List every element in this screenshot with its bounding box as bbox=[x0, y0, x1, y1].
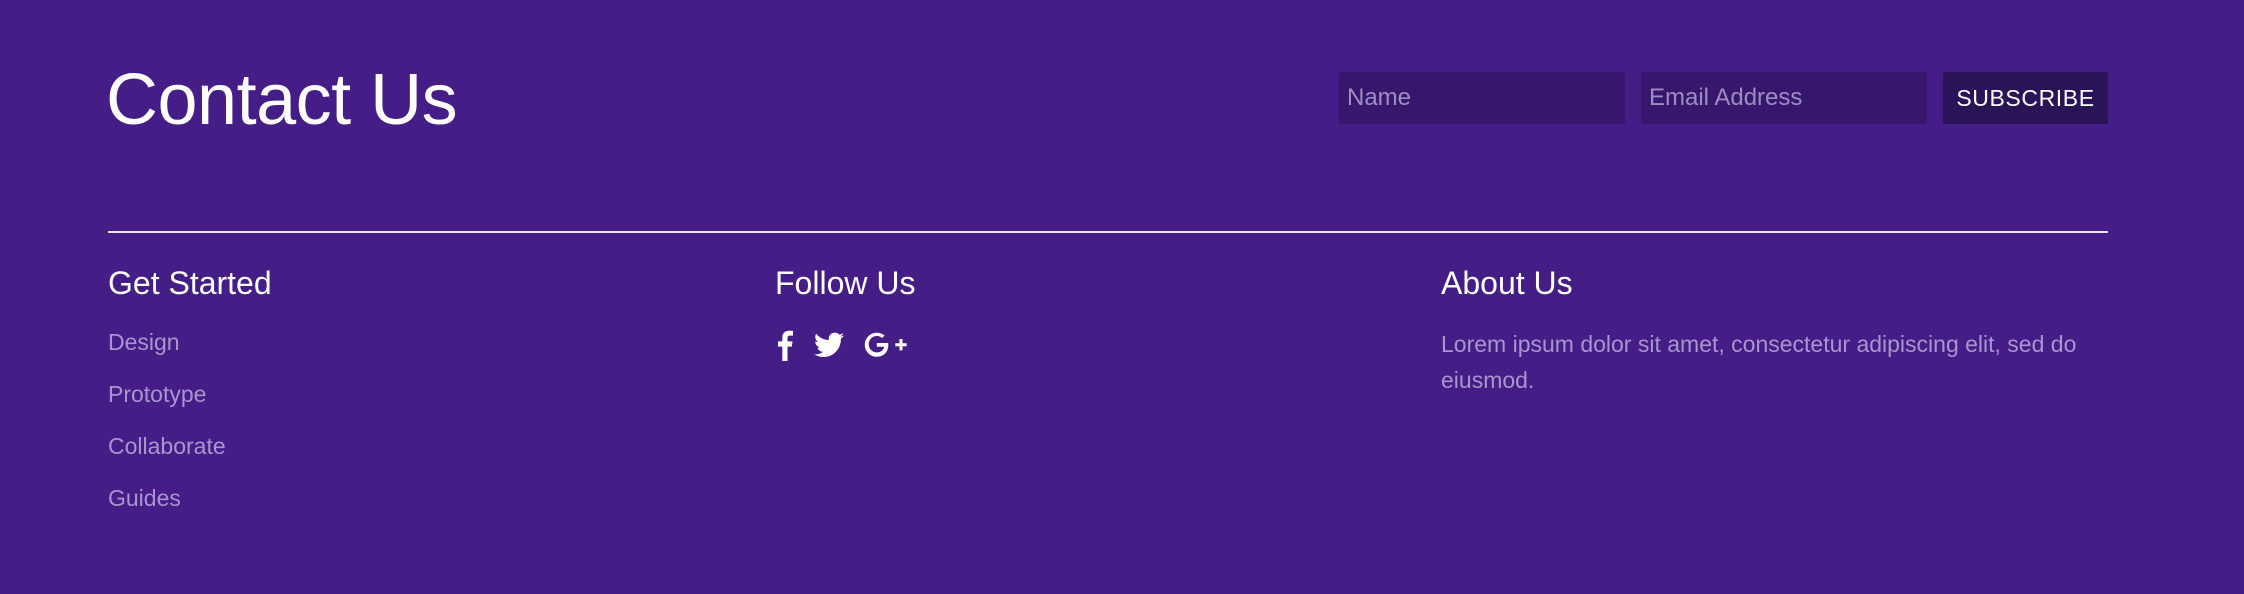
list-item: Prototype bbox=[108, 378, 272, 430]
link-prototype[interactable]: Prototype bbox=[108, 381, 206, 407]
link-guides[interactable]: Guides bbox=[108, 485, 181, 511]
follow-us-column: Follow Us bbox=[775, 262, 915, 362]
page-title: Contact Us bbox=[106, 60, 458, 140]
subscribe-button[interactable]: SUBSCRIBE bbox=[1943, 72, 2108, 124]
twitter-icon[interactable] bbox=[813, 332, 845, 358]
get-started-column: Get Started Design Prototype Collaborate… bbox=[108, 262, 272, 534]
contact-footer: Contact Us SUBSCRIBE Get Started Design … bbox=[0, 0, 2244, 594]
subscribe-form: SUBSCRIBE bbox=[1339, 72, 2108, 124]
email-input[interactable] bbox=[1641, 72, 1927, 124]
list-item: Design bbox=[108, 326, 272, 378]
link-design[interactable]: Design bbox=[108, 329, 180, 355]
list-item: Collaborate bbox=[108, 430, 272, 482]
link-collaborate[interactable]: Collaborate bbox=[108, 433, 226, 459]
get-started-heading: Get Started bbox=[108, 265, 272, 301]
facebook-icon[interactable] bbox=[775, 329, 795, 361]
get-started-links: Design Prototype Collaborate Guides bbox=[108, 326, 272, 534]
about-us-column: About Us Lorem ipsum dolor sit amet, con… bbox=[1441, 262, 2111, 398]
section-divider bbox=[108, 231, 2108, 233]
follow-us-heading: Follow Us bbox=[775, 265, 916, 301]
social-links bbox=[775, 328, 915, 362]
list-item: Guides bbox=[108, 482, 272, 534]
about-us-text: Lorem ipsum dolor sit amet, consectetur … bbox=[1441, 331, 2077, 393]
google-plus-icon[interactable] bbox=[863, 330, 907, 360]
name-input[interactable] bbox=[1339, 72, 1625, 124]
about-us-heading: About Us bbox=[1441, 265, 1573, 301]
